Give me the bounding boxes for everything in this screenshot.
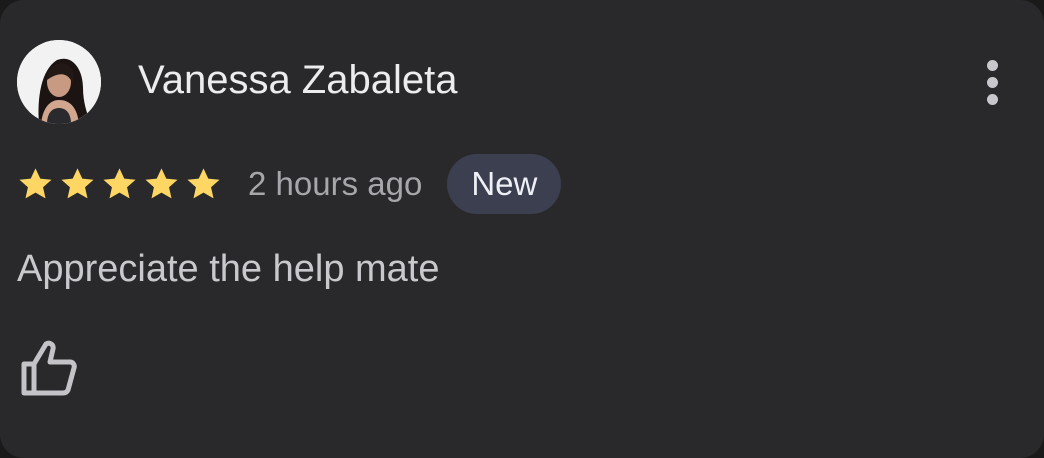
like-button[interactable] [18,338,80,398]
new-badge: New [447,154,562,214]
more-vertical-icon-dot [986,93,998,105]
rating-row: 2 hours ago New [17,154,562,214]
review-card: Vanessa Zabaleta 2 hours ago New Appreci… [0,0,1044,458]
more-options-button[interactable] [966,50,1018,114]
star-icon [187,167,220,198]
more-vertical-icon-dot [986,76,998,88]
review-text: Appreciate the help mate [17,248,440,290]
avatar-photo [17,40,101,124]
star-rating [17,166,227,203]
more-vertical-icon [986,59,998,71]
review-timestamp: 2 hours ago [248,165,423,202]
avatar[interactable] [17,40,101,124]
star-icon [19,167,52,198]
star-icon [145,167,178,198]
star-icon [61,167,94,198]
author-name[interactable]: Vanessa Zabaleta [138,56,457,104]
star-icon [103,167,136,198]
thumbs-up-icon [21,340,77,396]
